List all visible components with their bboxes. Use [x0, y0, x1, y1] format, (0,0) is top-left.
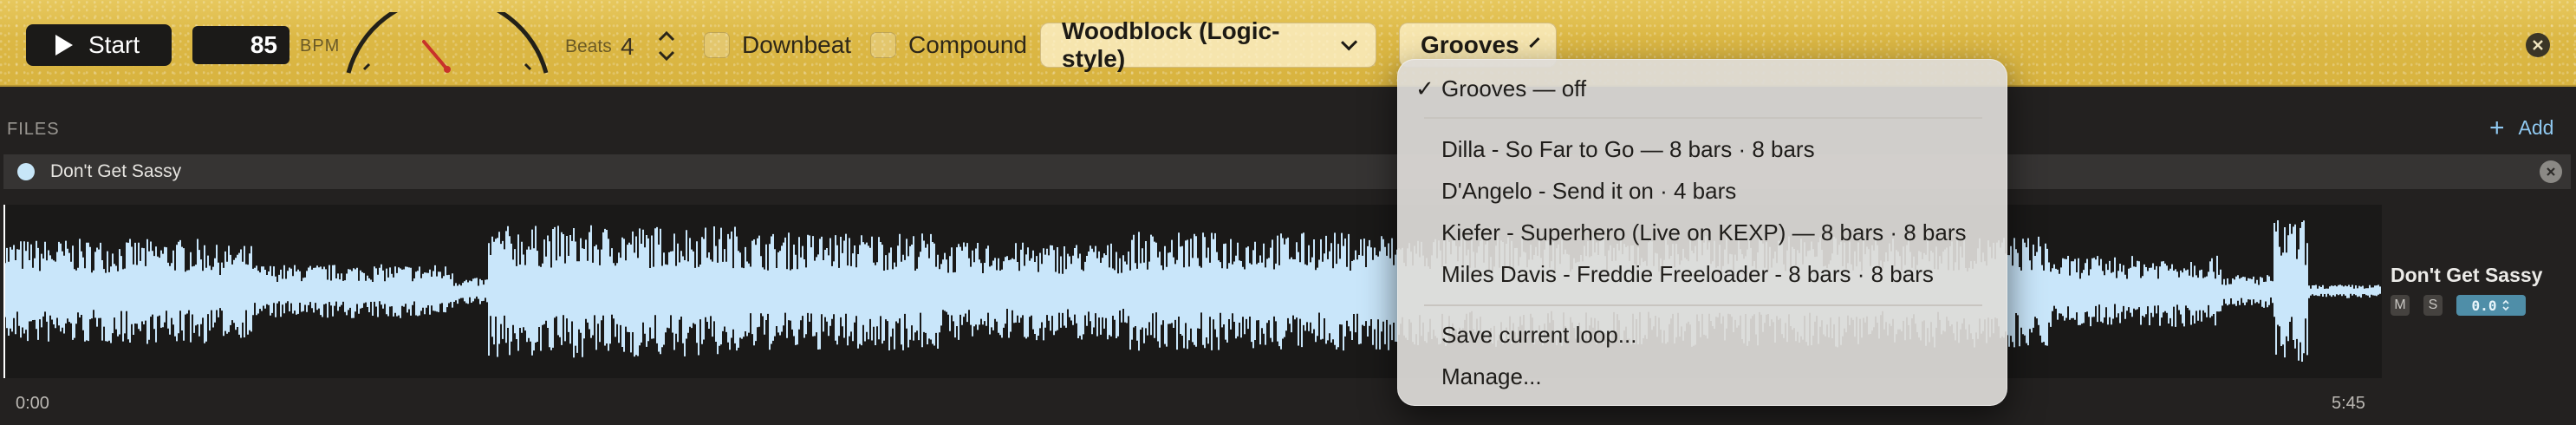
- file-color-dot: [17, 163, 35, 180]
- grooves-menu: ✓ Grooves — off Dilla - So Far to Go — 8…: [1397, 59, 2007, 406]
- add-file-button[interactable]: + Add: [2489, 113, 2554, 142]
- menu-item-groove[interactable]: Dilla - So Far to Go — 8 bars · 8 bars: [1441, 136, 1815, 163]
- bpm-unit-label: BPM: [300, 36, 341, 56]
- transport-toolbar: Start 85 BPM Beats 4 Downbeat Compound W…: [0, 0, 2576, 87]
- menu-item-manage[interactable]: Manage...: [1441, 363, 1542, 390]
- start-button-label: Start: [88, 31, 140, 58]
- grooves-dropdown-label: Grooves: [1421, 31, 1519, 58]
- beats-label: Beats: [565, 36, 612, 56]
- gauge-tick: [362, 62, 371, 71]
- chevron-down-icon: [1529, 36, 1540, 48]
- close-icon: [2533, 40, 2543, 50]
- tempo-gauge: [346, 12, 549, 74]
- menu-item-grooves-off[interactable]: Grooves — off: [1441, 75, 1586, 102]
- start-button[interactable]: Start: [26, 24, 172, 66]
- chevron-down-icon[interactable]: [658, 50, 675, 62]
- menu-item-groove[interactable]: D'Angelo - Send it on · 4 bars: [1441, 178, 1736, 205]
- close-button[interactable]: [2526, 33, 2550, 57]
- menu-divider: [1424, 117, 1982, 119]
- mute-button[interactable]: M: [2391, 295, 2410, 316]
- remove-file-button[interactable]: [2540, 160, 2562, 183]
- track-title: Don't Get Sassy: [2391, 264, 2543, 286]
- plus-icon: +: [2489, 113, 2505, 142]
- menu-divider: [1424, 304, 1982, 306]
- compound-label: Compound: [908, 31, 1027, 58]
- solo-button[interactable]: S: [2423, 295, 2443, 316]
- gauge-needle: [422, 40, 449, 71]
- time-end-label: 5:45: [2332, 394, 2365, 413]
- menu-item-groove[interactable]: Miles Davis - Freddie Freeloader - 8 bar…: [1441, 261, 1934, 288]
- menu-item-save-loop[interactable]: Save current loop...: [1441, 322, 1636, 349]
- close-icon: [2547, 167, 2555, 176]
- gauge-arc: [346, 12, 549, 74]
- waveform[interactable]: [3, 205, 2382, 378]
- time-start-label: 0:00: [16, 394, 49, 413]
- waveform-path: [3, 220, 2381, 362]
- gain-stepper[interactable]: 0.0: [2456, 295, 2526, 316]
- downbeat-checkbox-group[interactable]: Downbeat: [704, 31, 851, 59]
- menu-item-groove[interactable]: Kiefer - Superhero (Live on KEXP) — 8 ba…: [1441, 219, 1967, 246]
- sound-dropdown[interactable]: Woodblock (Logic-style): [1040, 17, 1376, 72]
- gauge-tick: [524, 62, 532, 71]
- chevron-down-icon: [1340, 33, 1357, 51]
- play-icon: [55, 35, 73, 56]
- waveform-track[interactable]: [3, 205, 2382, 378]
- playhead[interactable]: [3, 205, 5, 378]
- downbeat-label: Downbeat: [742, 31, 852, 58]
- beats-value: 4: [621, 33, 634, 60]
- compound-checkbox-group[interactable]: Compound: [870, 31, 1027, 59]
- add-file-label: Add: [2518, 116, 2554, 139]
- sound-dropdown-label: Woodblock (Logic-style): [1062, 17, 1280, 72]
- file-name: Don't Get Sassy: [50, 161, 182, 181]
- stepper-icon: [2502, 299, 2510, 311]
- downbeat-checkbox[interactable]: [704, 32, 730, 58]
- bpm-input[interactable]: 85: [192, 26, 289, 64]
- files-section-label: FILES: [7, 120, 60, 139]
- compound-checkbox[interactable]: [870, 32, 896, 58]
- beats-stepper[interactable]: [652, 24, 681, 68]
- checkmark-icon: ✓: [1415, 75, 1434, 101]
- gain-value: 0.0: [2471, 297, 2497, 314]
- chevron-up-icon[interactable]: [658, 30, 675, 42]
- gauge-pivot: [444, 66, 451, 73]
- file-list-item[interactable]: Don't Get Sassy: [3, 154, 2571, 189]
